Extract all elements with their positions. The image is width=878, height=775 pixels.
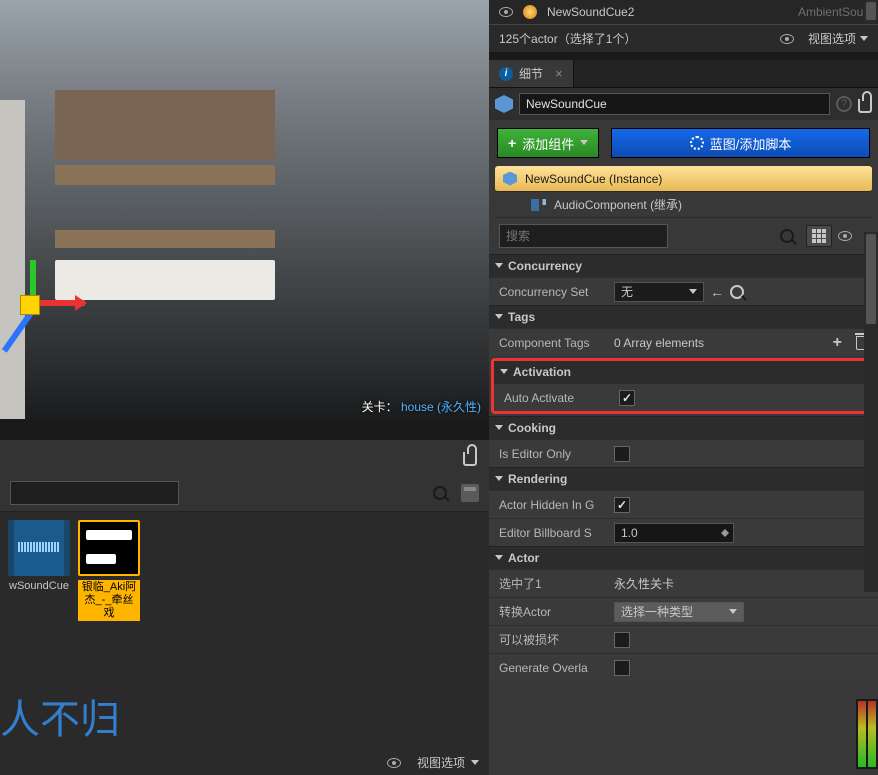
prop-label: 可以被损坏 bbox=[499, 631, 614, 648]
scene-pillar bbox=[0, 100, 25, 419]
eye-icon bbox=[780, 34, 794, 44]
section-header-concurrency[interactable]: Concurrency bbox=[489, 255, 878, 277]
help-icon[interactable]: ? bbox=[836, 96, 852, 112]
blueprint-script-button[interactable]: 蓝图/添加脚本 bbox=[611, 128, 870, 158]
section-header-activation[interactable]: Activation bbox=[494, 361, 873, 383]
generate-overlap-checkbox[interactable] bbox=[614, 660, 630, 676]
soundwave-thumb-icon bbox=[78, 520, 140, 576]
soundcue-thumb-icon bbox=[8, 520, 70, 576]
chevron-down-icon bbox=[729, 609, 737, 618]
expand-icon bbox=[495, 425, 503, 434]
chevron-down-icon bbox=[860, 36, 868, 45]
actor-cube-icon bbox=[503, 172, 517, 186]
section-header-tags[interactable]: Tags bbox=[489, 306, 878, 328]
outliner-view-options[interactable]: 视图选项 bbox=[780, 30, 868, 47]
close-icon[interactable]: × bbox=[555, 66, 563, 81]
details-search-input[interactable] bbox=[499, 224, 668, 248]
info-icon: i bbox=[499, 67, 513, 81]
billboard-scale-spinner[interactable]: 1.0 bbox=[614, 523, 734, 543]
expand-icon bbox=[495, 263, 503, 272]
placed-background-text: 人不归 bbox=[0, 687, 120, 745]
convert-actor-dropdown[interactable]: 选择一种类型 bbox=[614, 602, 744, 622]
prop-label: Auto Activate bbox=[504, 391, 619, 405]
outliner-item-type: AmbientSoun bbox=[798, 5, 870, 19]
audio-speaker-icon bbox=[531, 199, 546, 211]
audio-level-meter bbox=[856, 699, 878, 769]
expand-icon bbox=[500, 369, 508, 378]
outliner-status-bar: 125个actor（选择了1个） 视图选项 bbox=[489, 24, 878, 52]
actor-cube-icon bbox=[495, 95, 513, 113]
actor-count-label: 125个actor（选择了1个） bbox=[499, 30, 636, 47]
outliner-item-name[interactable]: NewSoundCue2 bbox=[547, 5, 798, 19]
prop-label: Concurrency Set bbox=[499, 285, 614, 299]
component-child[interactable]: AudioComponent (继承) bbox=[495, 192, 872, 218]
section-rendering: Rendering Actor Hidden In G Editor Billb… bbox=[489, 467, 878, 546]
section-header-rendering[interactable]: Rendering bbox=[489, 468, 878, 490]
level-label: 关卡： house (永久性) bbox=[362, 398, 481, 415]
save-icon[interactable] bbox=[461, 484, 479, 502]
component-root[interactable]: NewSoundCue (Instance) bbox=[495, 166, 872, 192]
visibility-eye-icon[interactable] bbox=[499, 7, 513, 17]
lock-icon[interactable] bbox=[858, 99, 872, 113]
property-matrix-button[interactable] bbox=[806, 225, 832, 247]
prop-label: Actor Hidden In G bbox=[499, 498, 614, 512]
sound-actor-icon bbox=[523, 5, 537, 19]
browse-icon[interactable] bbox=[730, 285, 744, 299]
content-view-options[interactable]: 视图选项 bbox=[387, 754, 479, 771]
section-concurrency: Concurrency Concurrency Set 无 ← bbox=[489, 254, 878, 305]
gizmo-origin[interactable] bbox=[20, 295, 40, 315]
asset-thumbnail-selected[interactable]: 银临_Aki阿杰_-_牵丝戏 bbox=[78, 520, 140, 621]
level-link[interactable]: house (永久性) bbox=[401, 400, 481, 414]
scene-shelf bbox=[55, 165, 275, 185]
content-search-input[interactable] bbox=[10, 481, 179, 505]
actor-hidden-checkbox[interactable] bbox=[614, 497, 630, 513]
details-scrollbar[interactable] bbox=[864, 232, 878, 592]
chevron-down-icon bbox=[689, 289, 697, 298]
component-list: NewSoundCue (Instance) AudioComponent (继… bbox=[495, 166, 872, 218]
prop-label: Editor Billboard S bbox=[499, 526, 614, 540]
gear-icon bbox=[690, 136, 704, 150]
scene-cabinet bbox=[55, 260, 275, 300]
actor-name-input[interactable] bbox=[519, 93, 830, 115]
details-panel: i 细节 × ? + 添加组件 蓝图/添加脚本 NewSoundCue (Ins… bbox=[489, 60, 878, 775]
content-browser: wSoundCue 银临_Aki阿杰_-_牵丝戏 人不归 视图选项 bbox=[0, 440, 489, 775]
is-editor-only-checkbox[interactable] bbox=[614, 446, 630, 462]
plus-icon: + bbox=[508, 135, 516, 151]
lock-icon[interactable] bbox=[463, 452, 477, 466]
section-cooking: Cooking Is Editor Only bbox=[489, 416, 878, 467]
chevron-down-icon bbox=[471, 760, 479, 769]
prop-label: 转换Actor bbox=[499, 603, 614, 620]
chevron-down-icon bbox=[580, 140, 588, 149]
section-activation: Activation Auto Activate bbox=[491, 358, 876, 414]
back-arrow-icon[interactable]: ← bbox=[710, 284, 724, 300]
add-component-button[interactable]: + 添加组件 bbox=[497, 128, 599, 158]
asset-thumbnail[interactable]: wSoundCue bbox=[8, 520, 70, 621]
level-viewport[interactable]: 关卡： house (永久性) bbox=[0, 0, 489, 419]
expand-icon bbox=[495, 555, 503, 564]
search-icon bbox=[433, 486, 447, 500]
scene-wall bbox=[55, 90, 275, 160]
section-header-actor[interactable]: Actor bbox=[489, 547, 878, 569]
section-header-cooking[interactable]: Cooking bbox=[489, 417, 878, 439]
can-be-damaged-checkbox[interactable] bbox=[614, 632, 630, 648]
section-actor: Actor 选中了1 永久性关卡 转换Actor 选择一种类型 可以被损坏 Ge… bbox=[489, 546, 878, 681]
eye-icon bbox=[387, 758, 401, 768]
details-tab[interactable]: i 细节 × bbox=[489, 60, 574, 87]
prop-label: Generate Overla bbox=[499, 661, 614, 675]
expand-icon bbox=[495, 314, 503, 323]
prop-label: Component Tags bbox=[499, 336, 614, 350]
prop-label: Is Editor Only bbox=[499, 447, 614, 461]
scene-shelf bbox=[55, 230, 275, 248]
array-add-button[interactable]: + bbox=[833, 334, 842, 352]
outliner-row[interactable]: NewSoundCue2 AmbientSoun bbox=[489, 0, 878, 24]
search-icon bbox=[780, 229, 794, 243]
prop-label: 选中了1 bbox=[499, 575, 614, 592]
auto-activate-checkbox[interactable] bbox=[619, 390, 635, 406]
expand-icon bbox=[495, 476, 503, 485]
concurrency-set-dropdown[interactable]: 无 bbox=[614, 282, 704, 302]
eye-icon bbox=[838, 231, 852, 241]
section-tags: Tags Component Tags 0 Array elements + bbox=[489, 305, 878, 356]
